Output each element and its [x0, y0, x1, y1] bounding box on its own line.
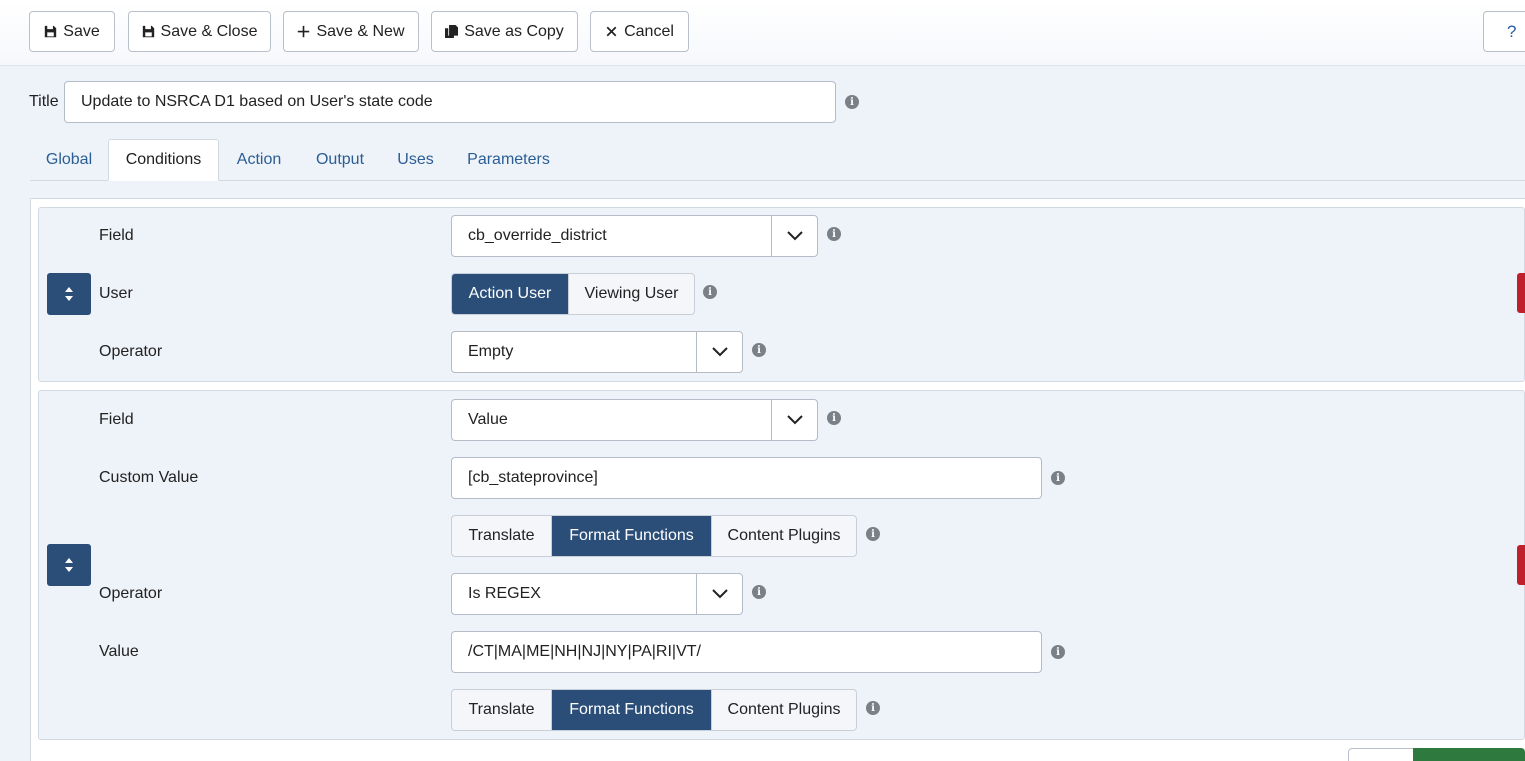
- tab-output[interactable]: Output: [299, 139, 381, 181]
- tab-parameters[interactable]: Parameters: [450, 139, 567, 181]
- translate-option[interactable]: Translate: [452, 516, 551, 556]
- info-icon: i: [1051, 645, 1065, 659]
- operator-label: Operator: [99, 585, 163, 602]
- value-input[interactable]: [451, 631, 1042, 673]
- sort-handle-1[interactable]: [47, 273, 91, 315]
- action-user-option[interactable]: Action User: [452, 274, 568, 314]
- close-icon: [606, 26, 617, 37]
- chevron-down-icon: [696, 574, 742, 614]
- field-select-value: Value: [468, 411, 508, 428]
- info-icon: i: [752, 343, 766, 357]
- custom-value-label: Custom Value: [99, 469, 199, 486]
- plus-icon: [298, 25, 310, 38]
- info-icon: i: [703, 285, 717, 299]
- sort-handle-2[interactable]: [47, 544, 91, 586]
- info-icon: i: [866, 527, 880, 541]
- content-plugins-option[interactable]: Content Plugins: [711, 690, 856, 730]
- remove-condition-button-1[interactable]: [1517, 273, 1525, 313]
- tab-action[interactable]: Action: [219, 139, 299, 181]
- save-and-close-button[interactable]: Save & Close: [128, 11, 271, 52]
- operator-select[interactable]: Empty: [451, 331, 743, 373]
- cancel-button[interactable]: Cancel: [590, 11, 689, 52]
- condition-panel-2: [38, 390, 1525, 740]
- title-label: Title: [29, 93, 59, 110]
- sort-icon: [65, 287, 73, 301]
- save-as-copy-button[interactable]: Save as Copy: [431, 11, 578, 52]
- sort-icon: [65, 558, 73, 572]
- tab-conditions[interactable]: Conditions: [108, 139, 219, 181]
- content-plugins-option[interactable]: Content Plugins: [711, 516, 856, 556]
- save-button-label: Save: [63, 22, 100, 40]
- field-label: Field: [99, 411, 134, 428]
- floppy-disk-icon: [45, 25, 57, 38]
- info-icon: i: [845, 95, 859, 109]
- viewing-user-option[interactable]: Viewing User: [568, 274, 694, 314]
- save-and-close-button-label: Save & Close: [160, 22, 258, 40]
- field-select[interactable]: Value: [451, 399, 818, 441]
- custom-value-input[interactable]: [451, 457, 1042, 499]
- add-condition-button[interactable]: [1413, 748, 1525, 761]
- chevron-down-icon: [696, 332, 742, 372]
- tab-uses[interactable]: Uses: [381, 139, 450, 181]
- tab-global[interactable]: Global: [30, 139, 108, 181]
- operator-select[interactable]: Is REGEX: [451, 573, 743, 615]
- field-label: Field: [99, 227, 134, 244]
- custom-value-format-toggle: Translate Format Functions Content Plugi…: [451, 515, 857, 557]
- remove-button[interactable]: [1348, 748, 1414, 761]
- copy-icon: [445, 25, 459, 38]
- field-select[interactable]: cb_override_district: [451, 215, 818, 257]
- field-select-value: cb_override_district: [468, 227, 607, 244]
- save-button[interactable]: Save: [29, 11, 115, 52]
- info-icon: i: [827, 227, 841, 241]
- info-icon: i: [827, 411, 841, 425]
- save-as-copy-button-label: Save as Copy: [464, 22, 564, 40]
- remove-condition-button-2[interactable]: [1517, 545, 1525, 585]
- chevron-down-icon: [771, 216, 817, 256]
- user-label: User: [99, 285, 133, 302]
- value-label: Value: [99, 643, 139, 660]
- value-format-toggle: Translate Format Functions Content Plugi…: [451, 689, 857, 731]
- info-icon: i: [1051, 471, 1065, 485]
- info-icon: i: [752, 585, 766, 599]
- chevron-down-icon: [771, 400, 817, 440]
- info-icon: i: [866, 701, 880, 715]
- title-input[interactable]: [64, 81, 836, 123]
- help-button[interactable]: ?: [1483, 11, 1525, 52]
- operator-label: Operator: [99, 343, 163, 360]
- save-and-new-button-label: Save & New: [316, 22, 405, 40]
- floppy-disk-icon: [142, 25, 154, 38]
- operator-select-value: Is REGEX: [468, 585, 541, 602]
- cancel-button-label: Cancel: [624, 22, 674, 40]
- translate-option[interactable]: Translate: [452, 690, 551, 730]
- toolbar: Save Save & Close Save & New Save as Cop…: [0, 0, 1525, 66]
- format-functions-option[interactable]: Format Functions: [551, 690, 711, 730]
- user-toggle: Action User Viewing User: [451, 273, 695, 315]
- format-functions-option[interactable]: Format Functions: [551, 516, 711, 556]
- operator-select-value: Empty: [468, 343, 514, 360]
- save-and-new-button[interactable]: Save & New: [283, 11, 419, 52]
